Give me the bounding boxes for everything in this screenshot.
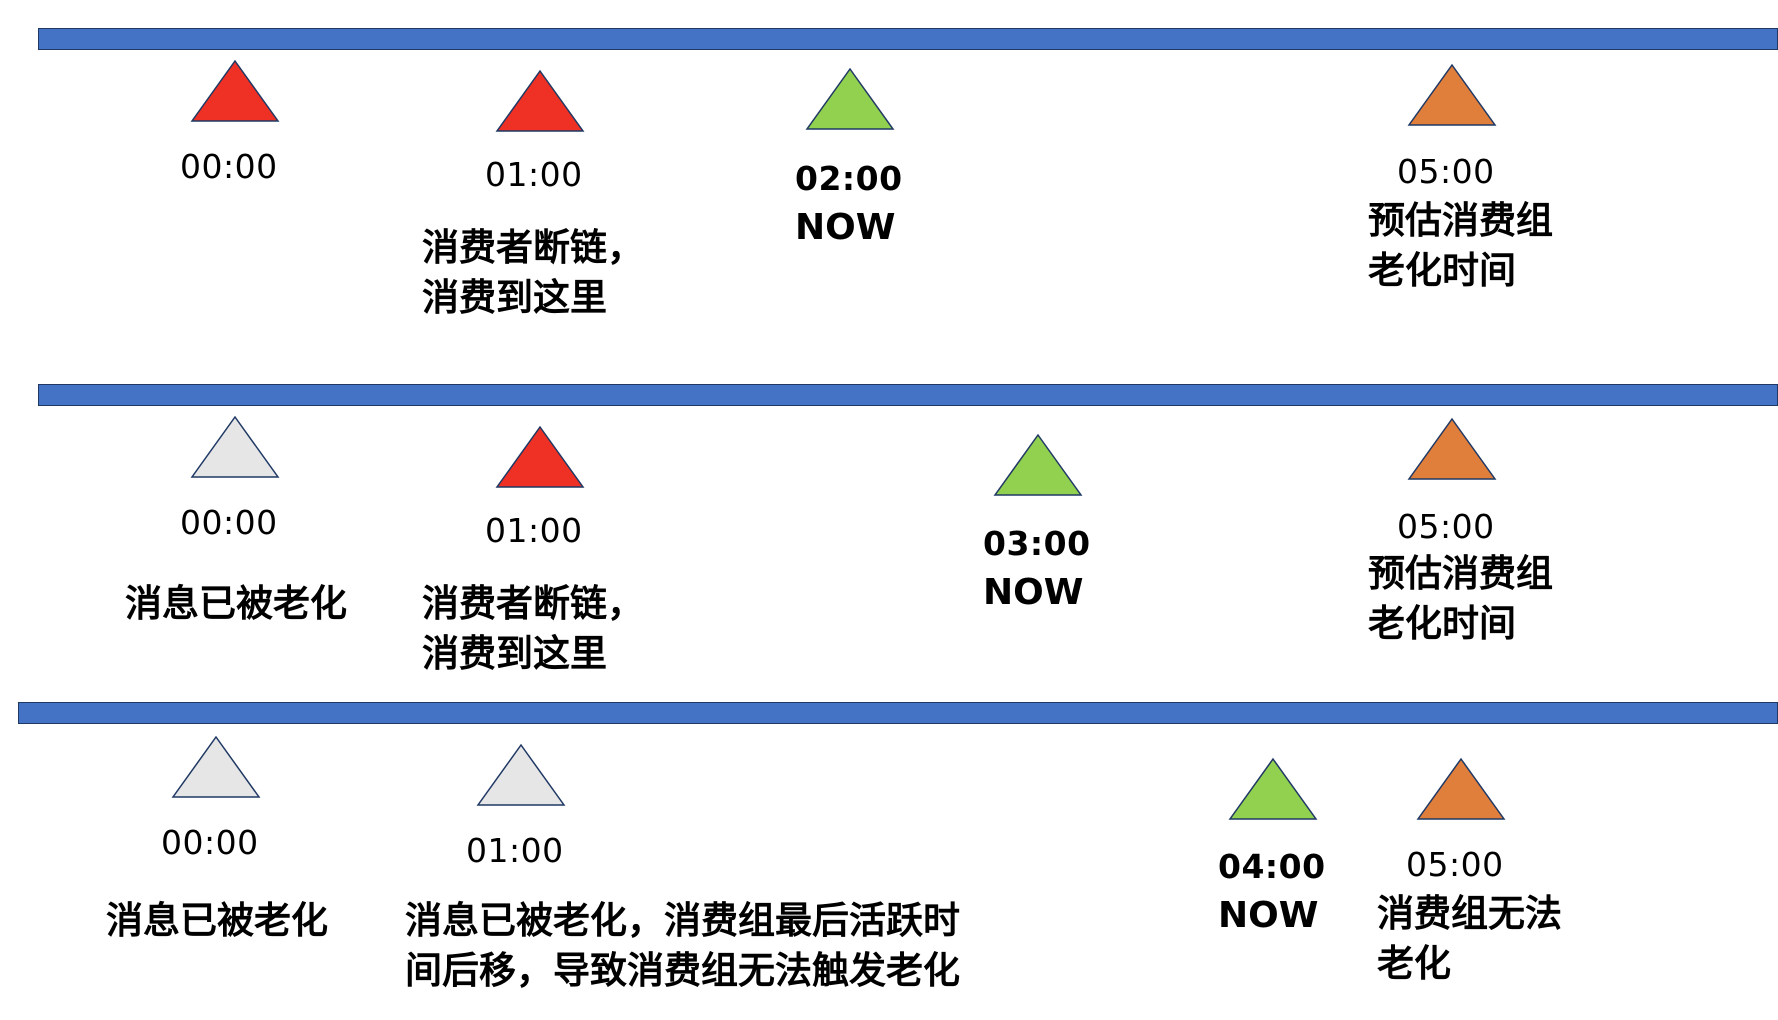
marker-orange-05-row3	[1416, 757, 1506, 820]
now-time-row1: 02:00	[795, 159, 903, 198]
marker-green-now-row2	[993, 433, 1083, 496]
time-label-row1-01: 01:00	[485, 155, 583, 194]
note-row1-05: 预估消费组 老化时间	[1368, 198, 1553, 292]
time-label-row2-05: 05:00	[1397, 507, 1495, 546]
time-label-row3-00: 00:00	[161, 823, 259, 862]
marker-red-01-row1	[495, 69, 585, 132]
time-label-row1-00: 00:00	[180, 147, 278, 186]
note-row3-01: 消息已被老化，消费组最后活跃时 间后移，导致消费组无法触发老化	[405, 898, 960, 992]
now-time-row3: 04:00	[1218, 847, 1326, 886]
marker-green-now-row3	[1228, 757, 1318, 820]
timeline-bar-1	[38, 28, 1778, 50]
note-row2-01: 消费者断链， 消费到这里	[422, 581, 644, 675]
marker-red-01-row2	[495, 425, 585, 488]
marker-gray-01-row3	[476, 743, 566, 806]
marker-orange-05-row2	[1407, 417, 1497, 480]
marker-orange-05-row1	[1407, 63, 1497, 126]
timeline-bar-3	[18, 702, 1778, 724]
note-row2-00: 消息已被老化	[125, 581, 347, 625]
now-label-row1: NOW	[795, 207, 896, 248]
note-row3-00: 消息已被老化	[106, 898, 328, 942]
note-row2-05: 预估消费组 老化时间	[1368, 551, 1553, 645]
time-label-row3-01: 01:00	[466, 831, 564, 870]
note-row1-01: 消费者断链， 消费到这里	[422, 225, 644, 319]
marker-green-now-row1	[805, 67, 895, 130]
timeline-bar-2	[38, 384, 1778, 406]
marker-gray-00-row3	[171, 735, 261, 798]
now-label-row3: NOW	[1218, 895, 1319, 936]
time-label-row3-05: 05:00	[1406, 845, 1504, 884]
marker-gray-00-row2	[190, 415, 280, 478]
time-label-row1-05: 05:00	[1397, 152, 1495, 191]
time-label-row2-01: 01:00	[485, 511, 583, 550]
note-row3-05: 消费组无法 老化	[1377, 891, 1562, 985]
now-label-row2: NOW	[983, 572, 1084, 613]
now-time-row2: 03:00	[983, 524, 1091, 563]
marker-red-00-row1	[190, 59, 280, 122]
time-label-row2-00: 00:00	[180, 503, 278, 542]
